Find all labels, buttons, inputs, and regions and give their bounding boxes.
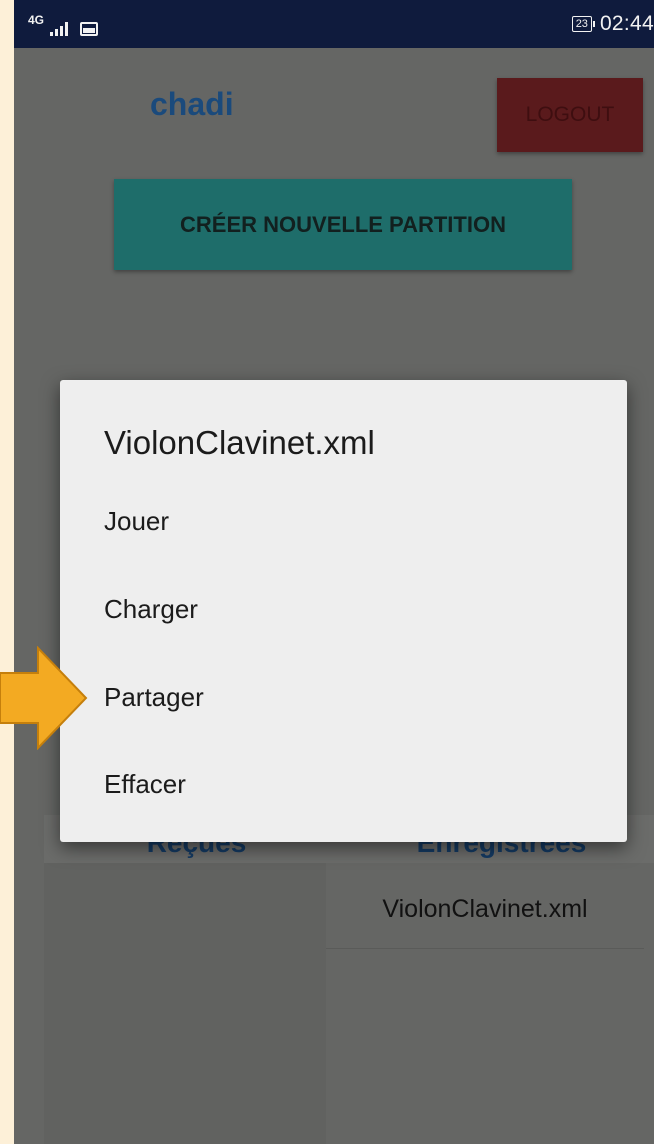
menu-item-load[interactable]: Charger xyxy=(104,594,198,625)
image-notification-icon xyxy=(80,22,99,36)
list-item[interactable]: ViolonClavinet.xml xyxy=(326,870,644,949)
logout-button[interactable]: LOGOUT xyxy=(497,78,643,152)
pointer-arrow-icon xyxy=(0,646,88,750)
signal-icon xyxy=(50,22,69,36)
create-score-button[interactable]: CRÉER NOUVELLE PARTITION xyxy=(114,179,572,270)
status-left: 4G xyxy=(28,12,99,36)
phone-screen: 4G 23 02:44 chadi LOGOUT CRÉER NOUVELLE … xyxy=(14,0,654,1144)
file-options-dialog: ViolonClavinet.xml Jouer Charger Partage… xyxy=(60,380,627,842)
menu-item-share[interactable]: Partager xyxy=(104,682,204,713)
clock: 02:44 xyxy=(599,12,654,35)
status-bar: 4G 23 02:44 xyxy=(14,0,654,48)
menu-item-play[interactable]: Jouer xyxy=(104,506,169,537)
network-type: 4G xyxy=(28,13,45,27)
status-right: 23 02:44 xyxy=(571,12,654,36)
battery-icon: 23 xyxy=(571,16,596,32)
received-list xyxy=(44,863,326,1144)
dialog-title: ViolonClavinet.xml xyxy=(104,424,375,461)
menu-item-delete[interactable]: Effacer xyxy=(104,769,186,800)
username: chadi xyxy=(150,86,234,122)
